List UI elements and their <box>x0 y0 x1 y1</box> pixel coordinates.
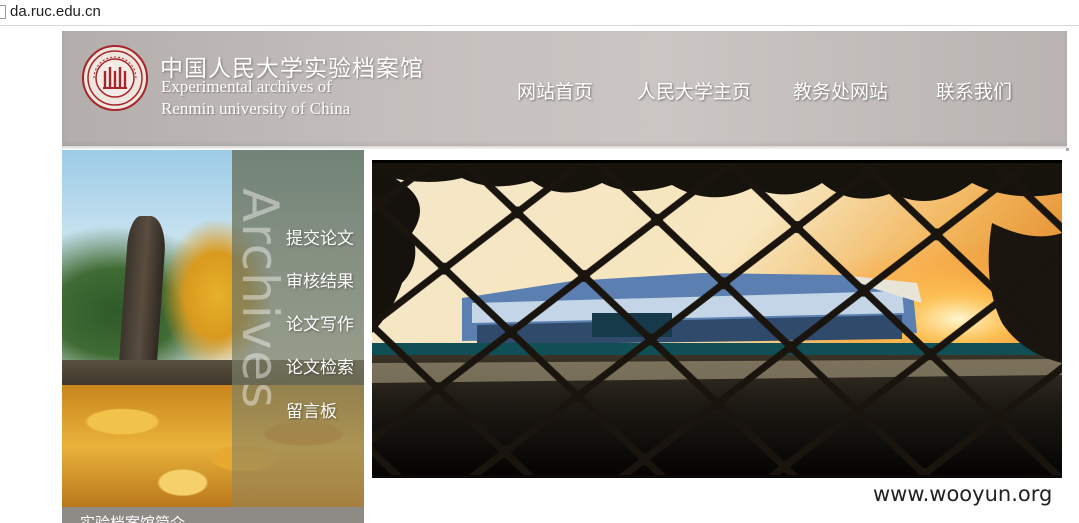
divider-dot <box>1066 148 1069 151</box>
address-bar[interactable]: da.ruc.edu.cn <box>0 0 1079 26</box>
url-text[interactable]: da.ruc.edu.cn <box>10 3 101 20</box>
nav-academic-affairs[interactable]: 教务处网站 <box>793 77 888 104</box>
site-subtitle-line1: Experimental archives of <box>161 77 332 96</box>
menu-submit-paper[interactable]: 提交论文 <box>286 224 354 249</box>
site-subtitle-line2: Renmin university of China <box>161 99 351 118</box>
left-sidebar: Archives 提交论文 审核结果 论文写作 论文检索 留言板 <box>62 150 364 507</box>
nav-contact[interactable]: 联系我们 <box>936 77 1012 104</box>
site-header: 中国人民大学实验档案馆 Experimental archives of Ren… <box>62 31 1067 146</box>
university-seal-icon[interactable] <box>82 45 148 111</box>
menu-message-board[interactable]: 留言板 <box>286 397 337 422</box>
archive-intro-label: 实验档案馆简介 <box>80 514 186 523</box>
menu-review-results[interactable]: 审核结果 <box>286 267 354 292</box>
menu-paper-search[interactable]: 论文检索 <box>286 353 354 378</box>
nav-renmin-main[interactable]: 人民大学主页 <box>637 77 751 104</box>
wooyun-watermark: www.wooyun.org <box>873 482 1053 506</box>
archive-intro-bar[interactable]: 实验档案馆简介 <box>62 507 364 523</box>
menu-paper-writing[interactable]: 论文写作 <box>286 310 354 335</box>
archives-watermark-word: Archives <box>231 188 289 410</box>
nav-home[interactable]: 网站首页 <box>517 77 593 104</box>
stadium-through-fence-photo <box>372 163 1062 478</box>
banner-photo <box>372 160 1062 478</box>
page-icon <box>0 5 6 19</box>
header-divider <box>62 146 1067 149</box>
